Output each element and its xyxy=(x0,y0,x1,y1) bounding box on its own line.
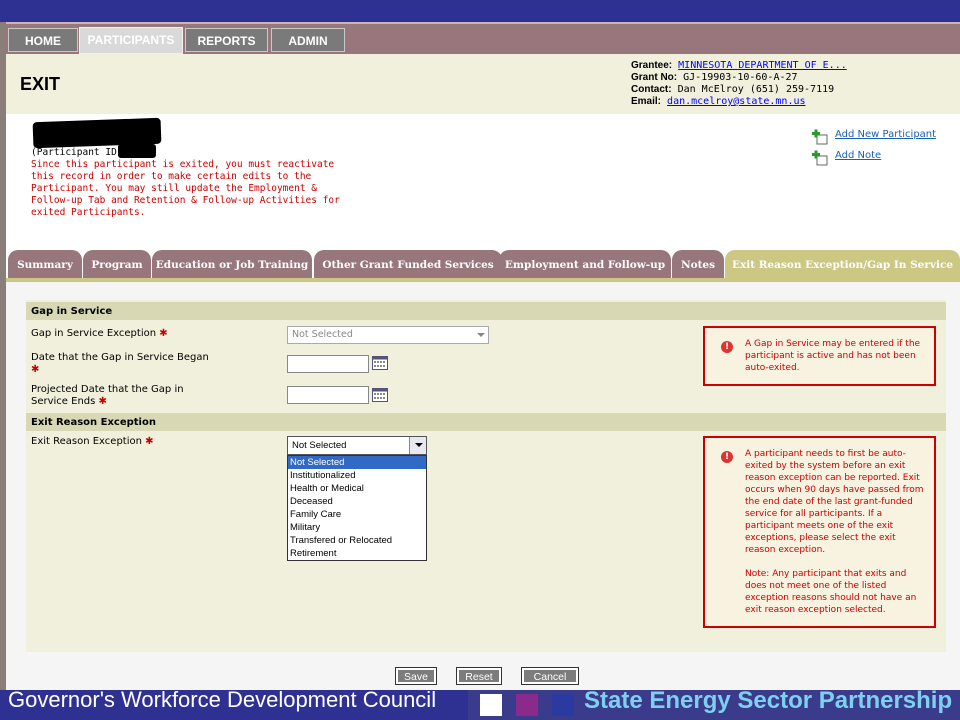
option-health-medical[interactable]: Health or Medical xyxy=(288,482,426,495)
footer-partnership: State Energy Sector Partnership xyxy=(468,690,960,720)
tab-summary[interactable]: Summary xyxy=(8,250,82,278)
option-transfered[interactable]: Transfered or Relocated xyxy=(288,534,426,547)
grantee-link[interactable]: MINNESOTA DEPARTMENT OF E... xyxy=(678,60,847,71)
gap-began-label: Date that the Gap in Service Began ✱ xyxy=(31,352,211,376)
option-not-selected[interactable]: Not Selected xyxy=(288,456,426,469)
logo-square-purple xyxy=(516,694,538,716)
contact-label: Contact: xyxy=(631,84,672,95)
gap-began-input[interactable] xyxy=(287,355,369,373)
main-nav: HOME PARTICIPANTS REPORTS ADMIN xyxy=(6,22,960,54)
dropdown-button[interactable] xyxy=(409,437,426,454)
required-icon: ✱ xyxy=(145,436,154,447)
participant-info: (Participant ID: Since this participant … xyxy=(6,114,960,254)
required-icon: ✱ xyxy=(98,396,107,407)
gap-info-box: ! A Gap in Service may be entered if the… xyxy=(703,326,936,386)
gap-exception-label: Gap in Service Exception ✱ xyxy=(31,328,168,340)
add-note-link[interactable]: Add Note xyxy=(835,150,881,161)
tab-program[interactable]: Program xyxy=(83,250,151,278)
add-participant-icon[interactable] xyxy=(810,129,828,145)
nav-participants[interactable]: PARTICIPANTS xyxy=(79,27,183,54)
tab-other-services[interactable]: Other Grant Funded Services xyxy=(314,250,502,278)
exit-info-box: ! A participant needs to first be auto-e… xyxy=(703,436,936,628)
reset-button[interactable]: Reset xyxy=(456,667,502,685)
email-link[interactable]: dan.mcelroy@state.mn.us xyxy=(667,96,805,107)
exit-reason-options: Not Selected Institutionalized Health or… xyxy=(287,455,427,561)
exit-exception-label: Exit Reason Exception ✱ xyxy=(31,436,154,448)
footer: Governor's Workforce Development Council… xyxy=(0,690,960,720)
exit-exception-text: Exit Reason Exception xyxy=(31,436,142,447)
contact-value: Dan McElroy (651) 259-7119 xyxy=(677,84,835,95)
grantee-info: Grantee: MINNESOTA DEPARTMENT OF E... Gr… xyxy=(631,60,847,108)
required-icon: ✱ xyxy=(31,364,40,375)
section-tabs: Summary Program Education or Job Trainin… xyxy=(6,250,960,280)
tab-underline xyxy=(6,278,960,282)
gap-ends-input[interactable] xyxy=(287,386,369,404)
footer-right-text: State Energy Sector Partnership xyxy=(584,690,953,714)
tab-employment[interactable]: Employment and Follow-up xyxy=(499,250,671,278)
exit-message: Since this participant is exited, you mu… xyxy=(31,159,340,218)
email-label: Email: xyxy=(631,96,662,107)
option-retirement[interactable]: Retirement xyxy=(288,547,426,560)
save-button[interactable]: Save xyxy=(395,667,437,685)
gap-began-text: Date that the Gap in Service Began xyxy=(31,352,209,363)
grantee-label: Grantee: xyxy=(631,60,673,71)
grant-no-value: GJ-19903-10-60-A-27 xyxy=(683,72,798,83)
nav-home[interactable]: HOME xyxy=(8,28,78,52)
logo-square-white xyxy=(480,694,502,716)
gap-section-header: Gap in Service xyxy=(26,302,946,320)
calendar-icon[interactable] xyxy=(372,356,388,370)
footer-left-text: Governor's Workforce Development Council xyxy=(8,690,437,712)
chevron-down-icon xyxy=(477,333,485,337)
required-icon: ✱ xyxy=(159,328,168,339)
gap-exception-value: Not Selected xyxy=(292,329,353,340)
logo-square-blue xyxy=(552,694,574,716)
option-institutionalized[interactable]: Institutionalized xyxy=(288,469,426,482)
exit-note-text: A participant needs to first be auto-exi… xyxy=(745,449,924,555)
gap-note-text: A Gap in Service may be entered if the p… xyxy=(745,339,921,373)
tab-exit-reason[interactable]: Exit Reason Exception/Gap In Service xyxy=(725,250,960,278)
option-family-care[interactable]: Family Care xyxy=(288,508,426,521)
nav-admin[interactable]: ADMIN xyxy=(271,28,345,52)
nav-reports[interactable]: REPORTS xyxy=(185,28,268,52)
exit-section-header: Exit Reason Exception xyxy=(26,413,946,431)
option-military[interactable]: Military xyxy=(288,521,426,534)
exit-reason-value: Not Selected xyxy=(292,440,347,451)
page-title: EXIT xyxy=(20,74,61,94)
redacted-id xyxy=(118,144,156,158)
exit-note2-text: Note: Any participant that exits and doe… xyxy=(745,569,917,615)
participant-id-label: (Participant ID: xyxy=(31,147,123,158)
cancel-button[interactable]: Cancel xyxy=(521,667,579,685)
chevron-down-icon xyxy=(415,443,423,447)
exit-reason-select[interactable]: Not Selected xyxy=(287,436,427,455)
gap-exception-text: Gap in Service Exception xyxy=(31,328,157,339)
participant-id: (Participant ID: xyxy=(31,147,123,158)
add-participant-link[interactable]: Add New Participant xyxy=(835,129,936,140)
option-deceased[interactable]: Deceased xyxy=(288,495,426,508)
gap-ends-label: Projected Date that the Gap in Service E… xyxy=(31,384,211,408)
grant-no-label: Grant No: xyxy=(631,72,678,83)
alert-icon: ! xyxy=(721,451,733,463)
top-banner xyxy=(0,0,960,22)
add-note-icon[interactable] xyxy=(810,150,828,166)
alert-icon: ! xyxy=(721,341,733,353)
gap-exception-select[interactable]: Not Selected xyxy=(287,326,489,344)
tab-notes[interactable]: Notes xyxy=(672,250,724,278)
calendar-icon[interactable] xyxy=(372,388,388,402)
tab-education[interactable]: Education or Job Training xyxy=(152,250,312,278)
gap-ends-text: Projected Date that the Gap in Service E… xyxy=(31,384,184,407)
page-header: EXIT Grantee: MINNESOTA DEPARTMENT OF E.… xyxy=(6,54,960,114)
